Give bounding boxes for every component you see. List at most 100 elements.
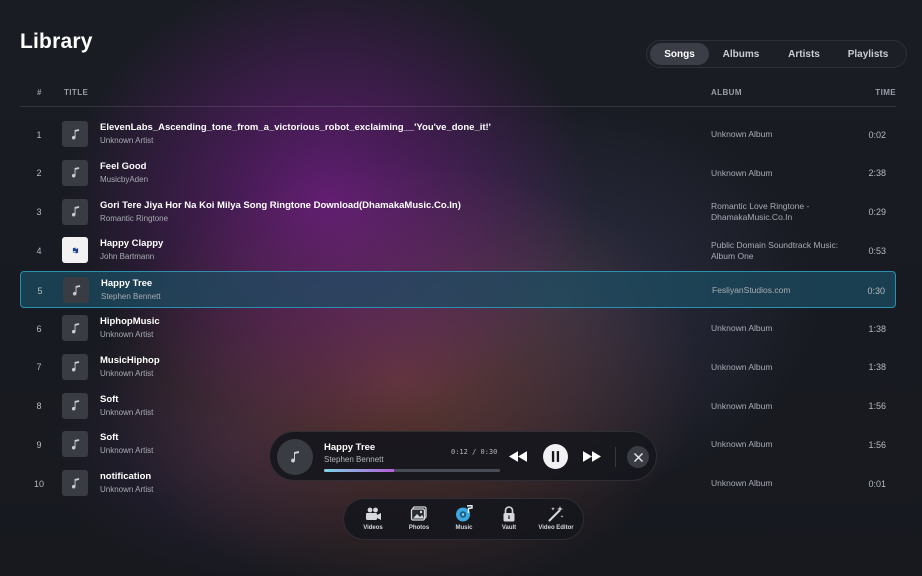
track-artwork bbox=[62, 159, 88, 186]
column-header-title[interactable]: TITLE bbox=[64, 88, 88, 97]
music-note-icon bbox=[71, 400, 79, 411]
track-title: Happy Tree bbox=[101, 278, 153, 290]
track-number: 8 bbox=[36, 401, 42, 412]
video-camera-icon bbox=[366, 507, 381, 520]
column-header-album[interactable]: ALBUM bbox=[711, 88, 742, 97]
track-row[interactable]: 4 Happy Clappy John Bartmann Public Doma… bbox=[20, 232, 896, 269]
track-duration: 0:29 bbox=[868, 207, 886, 218]
track-duration: 1:56 bbox=[868, 439, 886, 450]
tab-playlists[interactable]: Playlists bbox=[835, 43, 901, 65]
track-row[interactable]: 6 HiphopMusic Unknown Artist Unknown Alb… bbox=[20, 310, 896, 347]
track-artist: Unknown Artist bbox=[100, 485, 154, 495]
track-artwork bbox=[62, 198, 88, 225]
progress-fill bbox=[324, 469, 395, 472]
magic-wand-icon bbox=[548, 506, 564, 522]
tab-albums[interactable]: Albums bbox=[709, 43, 773, 65]
track-artwork bbox=[62, 431, 88, 458]
track-album: Unknown Album bbox=[711, 129, 773, 139]
track-album: FesliyanStudios.com bbox=[712, 285, 791, 296]
track-duration: 1:56 bbox=[868, 401, 886, 412]
music-note-icon bbox=[71, 438, 79, 450]
pause-icon bbox=[551, 451, 560, 462]
tab-bar: Songs Albums Artists Playlists bbox=[646, 40, 907, 68]
track-number: 7 bbox=[36, 362, 42, 373]
track-number: 3 bbox=[36, 207, 42, 218]
track-title: Feel Good bbox=[100, 160, 147, 172]
table-header: # TITLE ALBUM TIME bbox=[20, 87, 896, 107]
track-row[interactable]: 2 Feel Good MusicbyAden Unknown Album 2:… bbox=[20, 155, 896, 192]
track-title: ElevenLabs_Ascending_tone_from_a_victori… bbox=[100, 122, 491, 133]
dock-label-photos: Photos bbox=[408, 525, 430, 531]
track-number: 5 bbox=[37, 285, 43, 296]
track-number: 1 bbox=[36, 129, 42, 140]
rewind-button[interactable] bbox=[507, 448, 529, 464]
track-number: 10 bbox=[33, 478, 44, 489]
dock-item-videos[interactable]: Videos bbox=[353, 505, 393, 535]
track-row[interactable]: 1 ElevenLabs_Ascending_tone_from_a_victo… bbox=[20, 116, 896, 153]
music-note-icon bbox=[71, 206, 79, 217]
track-artist: John Bartmann bbox=[100, 252, 155, 262]
close-icon bbox=[633, 452, 643, 462]
track-album: Public Domain Soundtrack Music: Album On… bbox=[711, 239, 839, 261]
close-player-button[interactable] bbox=[627, 446, 649, 468]
dock-label-videos: Videos bbox=[363, 525, 383, 531]
track-artist: Unknown Artist bbox=[100, 446, 154, 456]
track-artwork bbox=[62, 392, 88, 419]
track-album: Unknown Album bbox=[711, 439, 773, 450]
track-artwork bbox=[62, 315, 88, 341]
track-number: 2 bbox=[36, 168, 42, 179]
track-duration: 0:02 bbox=[868, 129, 886, 140]
music-note-icon bbox=[71, 167, 79, 178]
track-title: Gori Tere Jiya Hor Na Koi Milya Song Rin… bbox=[100, 199, 461, 211]
pause-button[interactable] bbox=[543, 444, 568, 469]
column-header-number: # bbox=[37, 88, 42, 97]
track-artwork bbox=[63, 277, 89, 304]
track-row[interactable]: 3 Gori Tere Jiya Hor Na Koi Milya Song R… bbox=[20, 194, 896, 231]
progress-bar[interactable] bbox=[324, 469, 500, 472]
album-art-logo bbox=[71, 247, 79, 254]
player-track-artist: Stephen Bennett bbox=[324, 455, 384, 464]
tab-artists[interactable]: Artists bbox=[773, 43, 835, 65]
track-number: 6 bbox=[36, 323, 42, 334]
track-duration: 0:01 bbox=[868, 478, 886, 489]
track-artist: Romantic Ringtone bbox=[100, 213, 169, 223]
track-artist: Unknown Artist bbox=[100, 136, 154, 145]
dock-label-vault: Vault bbox=[501, 525, 517, 531]
music-note-icon bbox=[71, 361, 79, 372]
dock-label-music: Music bbox=[455, 525, 473, 531]
library-page: Library Songs Albums Artists Playlists #… bbox=[0, 0, 922, 576]
music-note-icon bbox=[291, 451, 299, 463]
mini-player: Happy Tree Stephen Bennett 0:12 / 0:30 bbox=[269, 431, 657, 481]
track-duration: 0:30 bbox=[867, 285, 885, 296]
column-header-time[interactable]: TIME bbox=[875, 88, 896, 97]
track-row[interactable]: 8 Soft Unknown Artist Unknown Album 1:56 bbox=[20, 388, 896, 425]
track-artwork bbox=[62, 470, 88, 497]
tab-songs[interactable]: Songs bbox=[650, 43, 709, 65]
player-track-title: Happy Tree bbox=[324, 442, 376, 453]
dock-label-video-editor: Video Editor bbox=[538, 525, 574, 531]
music-note-icon bbox=[71, 128, 79, 139]
player-divider bbox=[615, 447, 616, 467]
track-album: Unknown Album bbox=[711, 478, 773, 489]
dock-item-music[interactable]: Music bbox=[444, 505, 484, 535]
track-title: MusicHiphop bbox=[100, 354, 160, 366]
track-artist: Unknown Artist bbox=[100, 368, 154, 378]
track-album: Unknown Album bbox=[711, 167, 773, 178]
track-row[interactable]: 5 Happy Tree Stephen Bennett FesliyanStu… bbox=[20, 271, 896, 309]
track-duration: 1:38 bbox=[868, 323, 886, 334]
track-title: HiphopMusic bbox=[100, 316, 160, 327]
track-title: Soft bbox=[100, 393, 119, 405]
track-artwork bbox=[62, 353, 88, 380]
player-time: 0:12 / 0:30 bbox=[451, 448, 498, 456]
dock-item-video-editor[interactable]: Video Editor bbox=[534, 505, 578, 535]
dock-item-vault[interactable]: Vault bbox=[489, 505, 529, 535]
fast-forward-button[interactable] bbox=[581, 448, 603, 464]
track-number: 4 bbox=[36, 245, 42, 256]
track-album: Unknown Album bbox=[711, 400, 773, 411]
music-note-icon bbox=[71, 322, 79, 333]
track-row[interactable]: 7 MusicHiphop Unknown Artist Unknown Alb… bbox=[20, 349, 896, 386]
track-title: Happy Clappy bbox=[100, 238, 164, 250]
track-artist: Unknown Artist bbox=[100, 330, 154, 339]
rewind-icon bbox=[509, 450, 527, 462]
dock-item-photos[interactable]: Photos bbox=[399, 505, 439, 535]
